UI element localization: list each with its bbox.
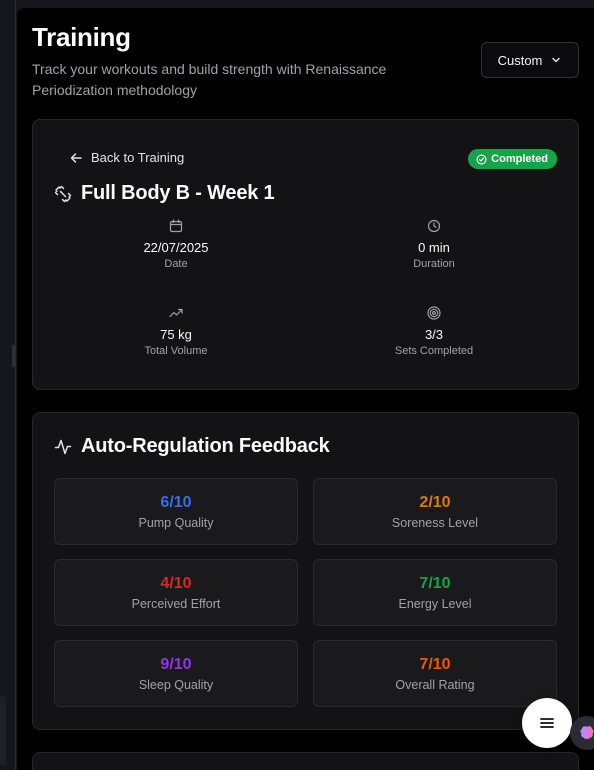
workout-title: Full Body B - Week 1 bbox=[54, 182, 275, 205]
mode-select-button[interactable]: Custom bbox=[481, 42, 579, 78]
stat-label: Sets Completed bbox=[394, 345, 474, 357]
feedback-tile-energy: 7/10 Energy Level bbox=[313, 559, 557, 626]
stat-label: Duration bbox=[413, 258, 455, 270]
feedback-tile-pump: 6/10 Pump Quality bbox=[54, 478, 298, 545]
feedback-score: 4/10 bbox=[160, 575, 192, 592]
feedback-score: 9/10 bbox=[160, 656, 192, 673]
next-card-partial bbox=[32, 752, 579, 770]
status-badge: Completed bbox=[468, 149, 557, 169]
arrow-left-icon bbox=[70, 152, 82, 163]
app-window: Training Track your workouts and build s… bbox=[17, 8, 594, 770]
left-sidebar-edge bbox=[0, 0, 16, 770]
stat-total-volume: 75 kg Total Volume bbox=[96, 306, 256, 357]
feedback-title-text: Auto-Regulation Feedback bbox=[81, 435, 330, 457]
feedback-title: Auto-Regulation Feedback bbox=[54, 435, 330, 458]
feedback-score: 7/10 bbox=[419, 575, 451, 592]
feedback-label: Pump Quality bbox=[138, 516, 214, 530]
status-label: Completed bbox=[491, 153, 548, 165]
mode-select-label: Custom bbox=[497, 52, 543, 68]
menu-icon bbox=[540, 718, 554, 728]
chevron-down-icon bbox=[552, 57, 561, 63]
stat-label: Total Volume bbox=[144, 345, 208, 357]
feedback-score: 2/10 bbox=[419, 494, 451, 511]
sidebar-bottom-tab bbox=[0, 695, 6, 765]
feedback-tile-soreness: 2/10 Soreness Level bbox=[313, 478, 557, 545]
feedback-label: Energy Level bbox=[398, 597, 472, 611]
feedback-card: Auto-Regulation Feedback 6/10 Pump Quali… bbox=[32, 412, 579, 730]
stat-sets-completed: 3/3 Sets Completed bbox=[354, 306, 514, 357]
target-icon bbox=[427, 306, 441, 320]
feedback-label: Sleep Quality bbox=[138, 678, 214, 692]
sidebar-handle[interactable] bbox=[12, 345, 15, 367]
stat-value: 3/3 bbox=[424, 327, 444, 342]
feedback-tile-overall: 7/10 Overall Rating bbox=[313, 640, 557, 707]
stat-duration: 0 min Duration bbox=[354, 219, 514, 270]
workout-summary-card: Back to Training Completed Full Body B -… bbox=[32, 119, 579, 390]
page-subtitle: Track your workouts and build strength w… bbox=[32, 61, 387, 98]
stat-value: 22/07/2025 bbox=[143, 240, 209, 255]
feedback-tile-sleep: 9/10 Sleep Quality bbox=[54, 640, 298, 707]
feedback-tile-effort: 4/10 Perceived Effort bbox=[54, 559, 298, 626]
stat-date: 22/07/2025 Date bbox=[96, 219, 256, 270]
feedback-score: 7/10 bbox=[419, 656, 451, 673]
clock-icon bbox=[427, 219, 441, 233]
check-circle-icon bbox=[476, 154, 487, 164]
dumbbell-icon bbox=[54, 185, 72, 202]
top-edge bbox=[0, 0, 594, 8]
brain-icon bbox=[580, 726, 594, 740]
stat-label: Date bbox=[164, 258, 188, 270]
back-to-training-button[interactable]: Back to Training bbox=[69, 150, 184, 165]
trending-up-icon bbox=[169, 308, 183, 318]
back-label: Back to Training bbox=[91, 150, 185, 165]
feedback-label: Overall Rating bbox=[395, 678, 475, 692]
workout-title-text: Full Body B - Week 1 bbox=[81, 182, 275, 204]
menu-fab-button[interactable] bbox=[522, 698, 572, 748]
calendar-icon bbox=[169, 219, 183, 233]
feedback-label: Soreness Level bbox=[391, 516, 479, 530]
stat-value: 75 kg bbox=[160, 327, 192, 342]
stat-value: 0 min bbox=[418, 240, 450, 255]
feedback-label: Perceived Effort bbox=[131, 597, 221, 611]
feedback-score: 6/10 bbox=[160, 494, 192, 511]
activity-icon bbox=[54, 439, 72, 454]
